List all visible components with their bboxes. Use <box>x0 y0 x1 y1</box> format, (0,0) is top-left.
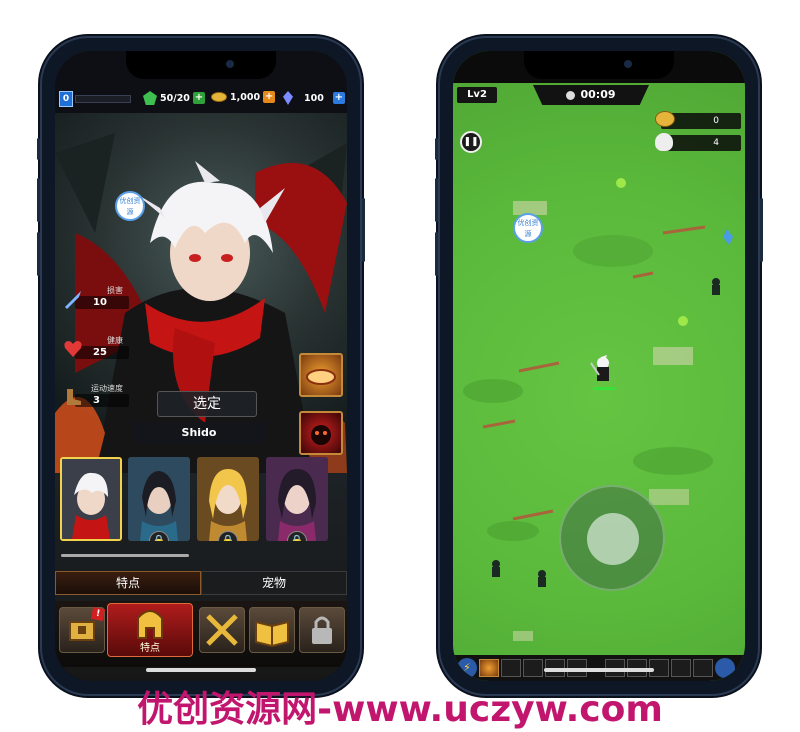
watermark-badge-text: 优创资源 <box>517 219 539 238</box>
stat-damage: 损害 10 <box>63 285 129 309</box>
energy-gem-icon <box>143 91 157 105</box>
hero-name: Shido <box>133 422 265 444</box>
watermark-badge: 优创资源 <box>115 191 145 221</box>
sword-icon <box>65 291 81 309</box>
energy-value: 50/20 <box>160 92 190 104</box>
character-card-locked[interactable]: 🔒 <box>128 457 190 541</box>
nav-codex-button[interactable] <box>249 607 295 653</box>
stat-label: 健康 <box>107 336 123 345</box>
tab-traits[interactable]: 特点 <box>55 571 201 595</box>
left-game-screen: 0 50/20 + 1,000 + 100 + 优创资源 损害 10 健康 25… <box>55 51 347 681</box>
virtual-joystick[interactable] <box>559 485 665 591</box>
gold-coin-icon <box>655 111 675 127</box>
lightning-icon: ⚡ <box>457 658 477 678</box>
heart-icon <box>64 341 82 357</box>
gem-resource: 100 + <box>283 91 345 105</box>
character-avatar <box>128 457 190 541</box>
site-watermark: 优创资源网-www.uczyw.com <box>137 689 663 730</box>
info-tabs: 特点 宠物 <box>55 571 347 595</box>
stopwatch-icon <box>566 90 576 100</box>
xp-bar <box>75 95 131 103</box>
kill-value: 4 <box>713 138 719 148</box>
fire-disc-icon <box>306 369 336 385</box>
zombie-enemy <box>712 278 720 295</box>
add-gold-button[interactable]: + <box>263 91 276 103</box>
empty-passive-slot[interactable] <box>693 659 713 677</box>
nav-inventory-button[interactable]: ! <box>59 607 105 653</box>
add-energy-button[interactable]: + <box>192 92 205 104</box>
gem-value: 100 <box>304 92 324 104</box>
helmet-icon <box>137 610 163 639</box>
open-book-icon <box>255 620 289 648</box>
bottom-navigation: ! 特点 <box>55 601 347 667</box>
pause-button[interactable]: ❚❚ <box>460 131 482 153</box>
skill-shadow-rage[interactable] <box>299 411 343 455</box>
right-game-screen: Lv2 00:09 0 4 ❚❚ 优创资源 ⚡ <box>453 51 745 681</box>
character-list-scrollbar[interactable] <box>61 554 189 557</box>
player-level: Lv2 <box>457 87 497 103</box>
nav-traits-label: 特点 <box>140 643 160 654</box>
left-phone-frame: 0 50/20 + 1,000 + 100 + 优创资源 损害 10 健康 25… <box>37 38 365 694</box>
watermark-badge: 优创资源 <box>513 213 543 243</box>
boots-speed-icon <box>715 658 735 678</box>
energy-resource: 50/20 + <box>143 91 205 105</box>
character-card-shido[interactable] <box>60 457 122 541</box>
right-phone-frame: Lv2 00:09 0 4 ❚❚ 优创资源 ⚡ <box>435 38 763 694</box>
stat-move-speed: 运动速度 3 <box>63 383 129 407</box>
coin-value: 0 <box>713 116 719 126</box>
crossed-swords-icon <box>206 614 238 646</box>
empty-skill-slot[interactable] <box>523 659 543 677</box>
skull-icon <box>655 133 673 151</box>
hero-portrait-art: 优创资源 损害 10 健康 25 运动速度 3 <box>55 113 347 473</box>
zombie-enemy <box>492 560 500 577</box>
nav-traits-button[interactable]: 特点 <box>107 603 193 657</box>
stat-label: 损害 <box>107 286 123 295</box>
stat-label: 运动速度 <box>91 384 123 393</box>
empty-skill-slot[interactable] <box>501 659 521 677</box>
gold-value: 1,000 <box>230 91 261 103</box>
gold-coins-icon <box>211 92 227 102</box>
character-avatar <box>266 457 328 541</box>
resource-bar: 0 50/20 + 1,000 + 100 + <box>55 87 347 111</box>
padlock-icon <box>312 616 332 644</box>
zombie-enemy <box>538 570 546 587</box>
alert-badge: ! <box>91 607 105 621</box>
character-list: 🔒 🔒 🔒 <box>58 453 347 543</box>
stat-value: 10 <box>75 296 129 309</box>
character-card-locked[interactable]: 🔒 <box>197 457 259 541</box>
empty-passive-slot[interactable] <box>671 659 691 677</box>
coin-counter: 0 <box>655 111 741 129</box>
character-avatar <box>197 457 259 541</box>
select-hero-button[interactable]: 选定 <box>157 391 257 417</box>
kill-counter: 4 <box>655 133 741 151</box>
boot-icon <box>67 389 81 405</box>
player-character <box>590 355 615 390</box>
nav-battle-button[interactable] <box>199 607 245 653</box>
character-card-locked[interactable]: 🔒 <box>266 457 328 541</box>
joystick-thumb[interactable] <box>587 513 639 565</box>
skill-fire-disc[interactable] <box>299 353 343 397</box>
stat-value: 3 <box>75 394 129 407</box>
hero-avatar <box>62 459 120 539</box>
watermark-badge-text: 优创资源 <box>119 197 141 216</box>
stat-health: 健康 25 <box>63 335 129 359</box>
timer-value: 00:09 <box>580 88 616 101</box>
add-gem-button[interactable]: + <box>332 92 345 104</box>
player-level[interactable]: 0 <box>59 91 73 107</box>
home-indicator[interactable] <box>544 668 654 672</box>
demon-face-icon <box>311 425 331 445</box>
home-indicator[interactable] <box>146 668 256 672</box>
tab-pets[interactable]: 宠物 <box>201 571 347 595</box>
nav-locked-button[interactable] <box>299 607 345 653</box>
fire-disc-slot[interactable] <box>479 659 499 677</box>
gold-resource: 1,000 + <box>211 91 276 103</box>
battle-timer: 00:09 <box>533 85 649 105</box>
blue-crystal-icon <box>283 91 293 105</box>
stat-value: 25 <box>75 346 129 359</box>
